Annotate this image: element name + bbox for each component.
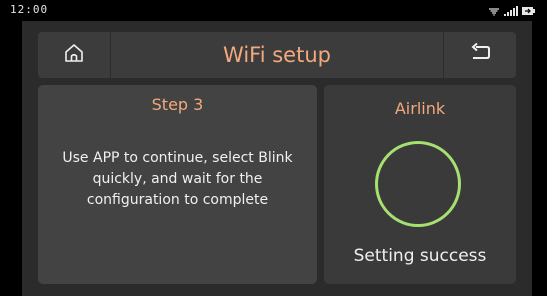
page-title: WiFi setup — [223, 43, 331, 67]
airlink-panel: Airlink Setting success — [324, 85, 516, 284]
status-icons — [488, 3, 535, 17]
step-title: Step 3 — [151, 95, 204, 114]
status-time: 12:00 — [10, 3, 49, 16]
airlink-title: Airlink — [394, 99, 446, 118]
status-message: Setting success — [353, 246, 487, 266]
signal-icon — [504, 1, 518, 20]
progress-ring — [375, 141, 461, 227]
step-instructions: Use APP to continue, select Blink quickl… — [62, 150, 293, 208]
back-button[interactable] — [443, 32, 516, 78]
home-button[interactable] — [38, 32, 111, 78]
battery-icon — [522, 1, 535, 20]
wifi-icon — [488, 1, 500, 20]
step-panel: Step 3 Use APP to continue, select Blink… — [38, 85, 317, 284]
status-bar: 12:00 — [0, 0, 547, 20]
home-icon — [63, 42, 85, 68]
back-arrow-icon — [469, 42, 491, 68]
header-bar: WiFi setup — [38, 32, 516, 78]
